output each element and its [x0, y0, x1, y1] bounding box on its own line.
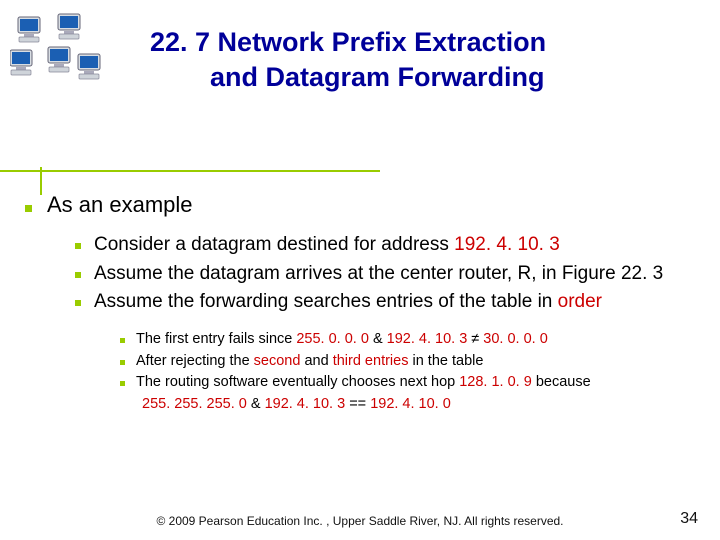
copyright-footer: © 2009 Pearson Education Inc. , Upper Sa…	[0, 514, 720, 528]
decorative-rule-h	[0, 170, 380, 172]
page-number: 34	[680, 510, 698, 528]
bullet-l2: Assume the datagram arrives at the cente…	[75, 262, 695, 287]
bullet-l3-group: The first entry fails since 255. 0. 0. 0…	[120, 330, 695, 414]
bullet-l3-continuation: 255. 255. 255. 0 & 192. 4. 10. 3 == 192.…	[142, 395, 695, 415]
bullet-l1-text: As an example	[47, 192, 193, 218]
bullet-l1: As an example	[25, 192, 695, 218]
bullet-l3-text: After rejecting the second and third ent…	[136, 352, 483, 372]
bullet-icon	[75, 300, 81, 306]
bullet-icon	[120, 381, 125, 386]
bullet-l3: The first entry fails since 255. 0. 0. 0…	[120, 330, 695, 350]
slide-title: 22. 7 Network Prefix Extraction and Data…	[0, 25, 720, 95]
bullet-l3: After rejecting the second and third ent…	[120, 352, 695, 372]
header: 22. 7 Network Prefix Extraction and Data…	[0, 0, 720, 95]
computers-icon	[10, 12, 105, 87]
bullet-icon	[120, 360, 125, 365]
title-line-1: 22. 7 Network Prefix Extraction	[150, 27, 546, 57]
bullet-l3-text: The routing software eventually chooses …	[136, 373, 591, 393]
bullet-l2: Consider a datagram destined for address…	[75, 233, 695, 258]
decorative-rule-v	[40, 167, 42, 195]
bullet-icon	[75, 272, 81, 278]
bullet-l2-text: Assume the forwarding searches entries o…	[94, 290, 602, 315]
bullet-l2-text: Assume the datagram arrives at the cente…	[94, 262, 663, 287]
bullet-icon	[25, 205, 32, 212]
bullet-l2-group: Consider a datagram destined for address…	[75, 233, 695, 315]
bullet-l3-text: The first entry fails since 255. 0. 0. 0…	[136, 330, 548, 350]
bullet-icon	[120, 338, 125, 343]
bullet-l2-text: Consider a datagram destined for address…	[94, 233, 560, 258]
slide-body: As an example Consider a datagram destin…	[25, 192, 695, 414]
bullet-l3: The routing software eventually chooses …	[120, 373, 695, 393]
title-line-2: and Datagram Forwarding	[150, 62, 545, 92]
bullet-l2: Assume the forwarding searches entries o…	[75, 290, 695, 315]
bullet-icon	[75, 243, 81, 249]
